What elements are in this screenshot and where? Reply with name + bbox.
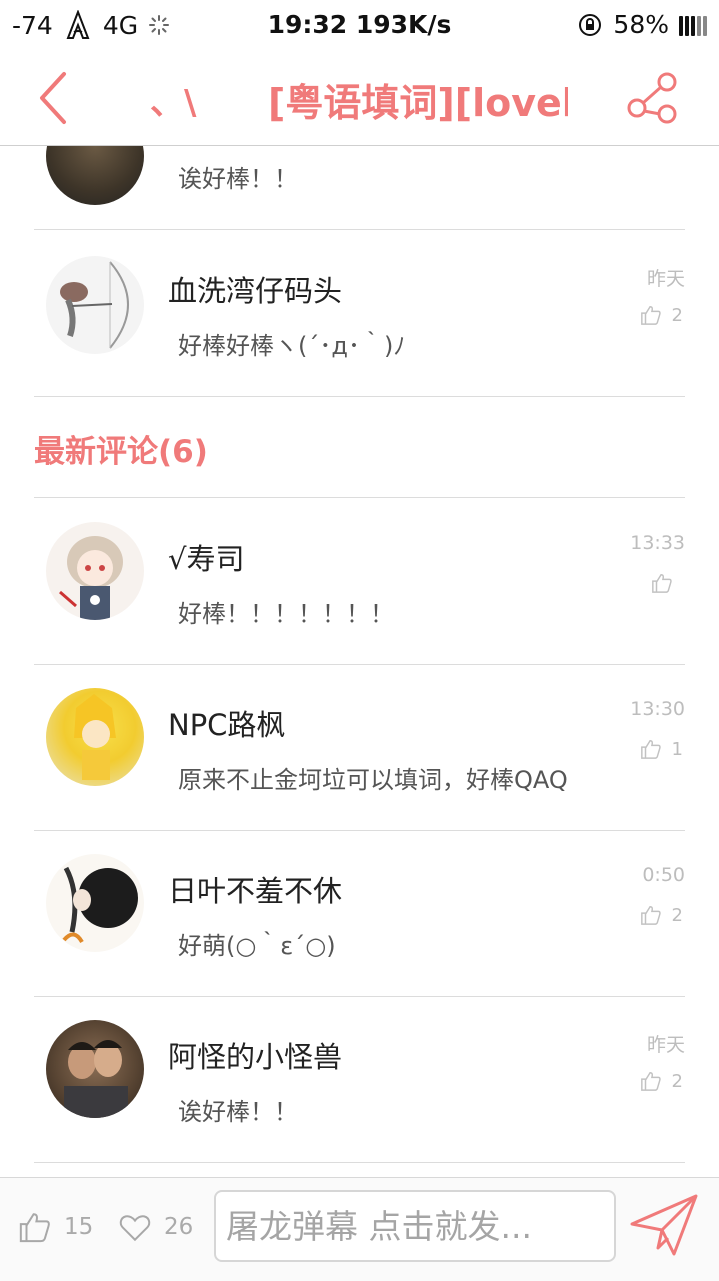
latest-comments-title: 最新评论(6) — [34, 434, 208, 470]
comment-text: 诶好棒！！ — [178, 165, 298, 193]
like-count: 2 — [671, 304, 683, 326]
title-snippet: 、\ — [150, 83, 197, 123]
comment-username[interactable]: NPC路枫 — [168, 702, 285, 744]
rotation-lock-icon — [579, 13, 602, 36]
bottom-bar: 15 26 — [0, 1177, 719, 1281]
comments-scroll-area[interactable]: 诶好棒！！ 2 血洗湾仔码头 好棒好棒ヽ(´･д･｀)ﾉ 昨天 2 — [0, 146, 719, 1176]
comment-like-button[interactable]: 2 — [640, 904, 683, 926]
comment-text: 诶好棒！！ — [178, 1098, 298, 1126]
avatar[interactable] — [46, 522, 144, 620]
comment-item: 日叶不羞不休 好萌(○｀ε´○) 0:50 2 — [34, 830, 685, 997]
comment-like-button[interactable]: 1 — [640, 738, 683, 760]
comment-like-button[interactable] — [651, 572, 683, 594]
comment-item: 血洗湾仔码头 好棒好棒ヽ(´･д･｀)ﾉ 昨天 2 — [34, 230, 685, 397]
anime-girl-avatar-icon — [59, 536, 123, 620]
comment-username[interactable]: √寿司 — [168, 536, 244, 578]
thumbs-up-icon — [19, 1213, 50, 1243]
comment-username[interactable]: 日叶不羞不休 — [168, 868, 342, 910]
yellow-character-avatar-icon — [74, 694, 116, 780]
archer-avatar-icon — [60, 261, 129, 349]
comment-time: 13:30 — [630, 698, 685, 720]
comment-time: 13:33 — [630, 532, 685, 554]
comment-item: 诶好棒！！ 2 — [34, 146, 685, 230]
thumbs-up-icon — [640, 906, 661, 925]
comment-time: 0:50 — [642, 864, 685, 886]
heart-icon — [119, 1215, 151, 1242]
photo-avatar-icon — [64, 1040, 128, 1118]
avatar[interactable] — [46, 146, 144, 205]
comment-text: 好棒！！！！！！！ — [178, 600, 394, 628]
avatar[interactable] — [46, 854, 144, 952]
comment-like-button[interactable]: 2 — [640, 1070, 683, 1092]
comment-username[interactable]: 血洗湾仔码头 — [168, 268, 342, 310]
favorite-button[interactable]: 26 — [118, 1210, 193, 1244]
like-count: 2 — [671, 904, 683, 926]
like-count: 15 — [64, 1214, 94, 1240]
comment-text: 好萌(○｀ε´○) — [178, 932, 336, 960]
battery-percent: 58% — [613, 10, 669, 39]
avatar[interactable] — [46, 256, 144, 354]
back-button[interactable] — [30, 68, 80, 128]
send-button[interactable] — [628, 1190, 700, 1262]
avatar[interactable] — [46, 1020, 144, 1118]
thumbs-up-icon — [640, 306, 661, 325]
comment-item: 阿怪的小怪兽 诶好棒！！ 昨天 2 — [34, 996, 685, 1163]
comment-text: 原来不止金坷垃可以填词，好棒QAQ — [178, 766, 568, 794]
comment-text: 好棒好棒ヽ(´･д･｀)ﾉ — [178, 332, 406, 360]
thumbs-up-icon — [640, 1072, 661, 1091]
like-count: 2 — [671, 1070, 683, 1092]
signal-bars-icon — [679, 14, 707, 36]
thumbs-up-icon — [640, 740, 661, 759]
page-title: [粤语填词][lovel — [268, 81, 568, 125]
share-button[interactable] — [625, 70, 681, 126]
like-count: 1 — [671, 738, 683, 760]
avatar[interactable] — [46, 688, 144, 786]
favorite-count: 26 — [164, 1214, 194, 1240]
danmaku-input[interactable] — [214, 1190, 616, 1262]
status-bar: -74 4G 19:32 193K/s 58% — [0, 0, 719, 50]
comment-username[interactable]: 阿怪的小怪兽 — [168, 1034, 342, 1076]
comment-item: NPC路枫 原来不止金坷垃可以填词，好棒QAQ 13:30 1 — [34, 664, 685, 831]
thumbs-up-icon — [652, 574, 672, 593]
comment-time: 昨天 — [646, 1034, 685, 1056]
comment-item: √寿司 好棒！！！！！！！ 13:33 — [34, 498, 685, 665]
comment-like-button[interactable]: 2 — [640, 304, 683, 326]
comment-time: 昨天 — [646, 268, 685, 290]
ink-painting-avatar-icon — [62, 866, 138, 944]
title-bar: 、\ [粤语填词][lovel — [0, 50, 719, 146]
status-right: 58% — [577, 10, 707, 39]
like-button[interactable]: 15 — [18, 1210, 93, 1244]
